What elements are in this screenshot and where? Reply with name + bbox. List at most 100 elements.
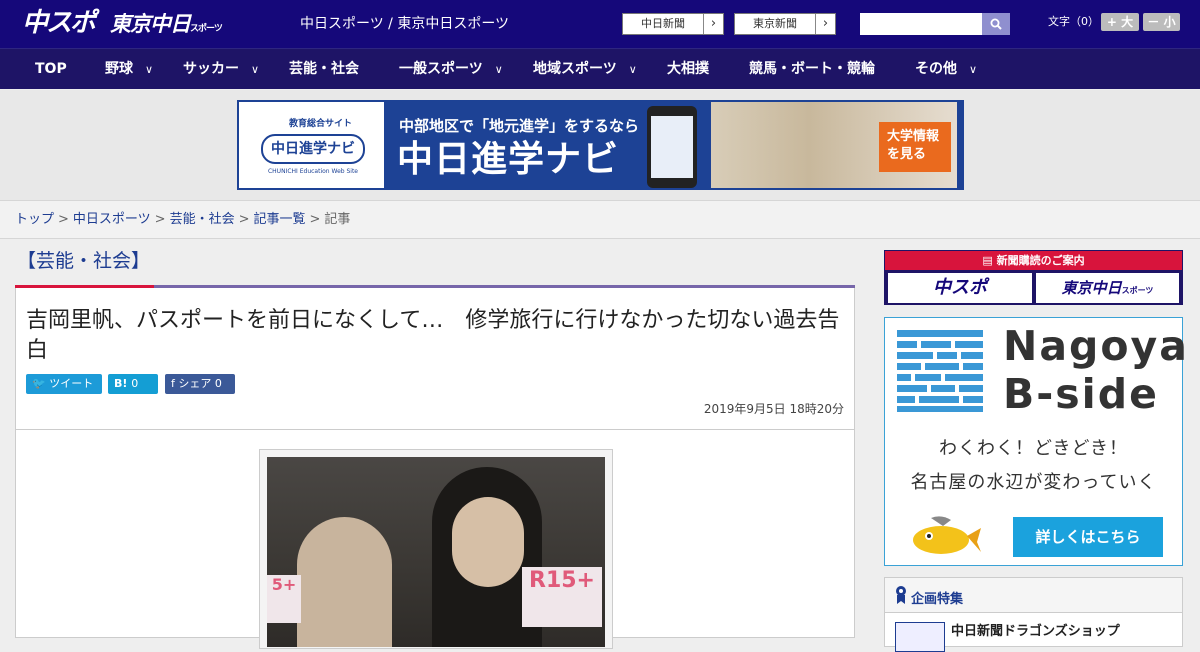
nav-item-local-sports[interactable]: 地域スポーツ ∨: [533, 49, 637, 90]
paper-link-label: 中日新聞: [641, 17, 685, 30]
paper-link-label: 東京新聞: [753, 17, 797, 30]
breadcrumb-separator: >: [58, 212, 69, 227]
twitter-icon: 🐦: [32, 377, 46, 390]
banner-title: 中日進学ナビ: [397, 139, 620, 180]
bside-copy-1: わくわく！どきどき！: [939, 438, 1128, 459]
breadcrumb-top[interactable]: トップ: [15, 212, 54, 227]
breadcrumb-separator: >: [154, 212, 166, 227]
subscribe-chusupo-button[interactable]: 中スポ: [888, 273, 1032, 303]
tweet-button[interactable]: 🐦 ツイート: [26, 374, 102, 394]
nav-label: その他: [915, 61, 957, 77]
subscription-box: ▤ 新聞購読のご案内 中スポ 東京中日スポーツ: [884, 250, 1183, 305]
facebook-icon: f: [171, 377, 175, 390]
chevron-down-icon: ∨: [251, 63, 260, 76]
nav-label: 大相撲: [667, 61, 709, 77]
banner-cta: 大学情報を見る: [879, 122, 951, 172]
nav-item-sumo[interactable]: 大相撲: [667, 49, 709, 90]
article-photo[interactable]: R15+ 5+: [267, 457, 605, 647]
breadcrumb-separator: >: [309, 212, 321, 227]
tweet-label: ツイート: [49, 377, 94, 390]
bside-details-button[interactable]: 詳しくはこちら: [1013, 517, 1163, 557]
feature-heading: 企画特集: [885, 578, 1182, 613]
font-larger-button[interactable]: + 大: [1101, 13, 1139, 31]
chevron-right-icon: ›: [815, 14, 835, 34]
subscription-heading-text: 新聞購読のご案内: [996, 254, 1085, 267]
breadcrumb-chunichi-sports[interactable]: 中日スポーツ: [73, 212, 151, 227]
breadcrumb: トップ > 中日スポーツ > 芸能・社会 > 記事一覧 > 記事: [0, 200, 1200, 239]
font-size-label: 文字（0）: [1048, 15, 1099, 28]
search-button[interactable]: [982, 13, 1010, 35]
banner-tagline: 中部地区で「地元進学」をするなら: [399, 117, 640, 135]
nav-item-general-sports[interactable]: 一般スポーツ ∨: [399, 49, 503, 90]
facebook-count: 0: [214, 377, 222, 390]
nav-label: 芸能・社会: [289, 61, 359, 77]
subscribe-tokyo-small: スポーツ: [1121, 286, 1154, 295]
ad-area: 教育総合サイト 中日進学ナビ CHUNICHI Education Web Si…: [0, 90, 1200, 200]
nav-label: サッカー: [183, 61, 239, 77]
phone-illustration: [647, 106, 697, 188]
nav-item-racing[interactable]: 競馬・ボート・競輪: [749, 49, 875, 90]
category-heading: 【芸能・社会】: [17, 250, 151, 272]
tokyo-logo-small: スポーツ: [190, 24, 223, 34]
nav-label: TOP: [35, 61, 67, 77]
breadcrumb-entertainment[interactable]: 芸能・社会: [170, 212, 235, 227]
chusupo-logo[interactable]: 中スポ: [22, 6, 96, 40]
tokyo-shimbun-link[interactable]: 東京新聞 ›: [734, 13, 836, 35]
nav-label: 競馬・ボート・競輪: [749, 61, 875, 77]
hatena-bookmark-button[interactable]: B! 0: [108, 374, 158, 394]
breadcrumb-separator: >: [238, 212, 250, 227]
site-subtitle: 中日スポーツ / 東京中日スポーツ: [300, 16, 510, 32]
search-input[interactable]: [860, 13, 982, 35]
tokyo-chunichi-logo[interactable]: 東京中日スポーツ: [110, 10, 223, 43]
nav-item-soccer[interactable]: サッカー ∨: [183, 49, 259, 90]
banner-logo-badge: 中日進学ナビ: [261, 134, 365, 164]
article-date: 2019年9月5日 18時20分: [703, 402, 844, 416]
feature-box: 企画特集 中日新聞ドラゴンズショップ: [884, 577, 1183, 652]
hatena-count: 0: [131, 377, 139, 390]
bside-name-line2: B-side: [1003, 370, 1159, 418]
chevron-down-icon: ∨: [628, 63, 637, 76]
site-header: 中スポ 東京中日スポーツ 中日スポーツ / 東京中日スポーツ 中日新聞 › 東京新…: [0, 0, 1200, 48]
hatena-icon: B!: [114, 377, 128, 390]
bside-name: Nagoya B-side: [1003, 322, 1189, 418]
breadcrumb-article-list[interactable]: 記事一覧: [254, 212, 306, 227]
shingaku-navi-banner[interactable]: 教育総合サイト 中日進学ナビ CHUNICHI Education Web Si…: [237, 100, 964, 190]
nagoya-bside-ad[interactable]: Nagoya B-side わくわく！どきどき！ 名古屋の水辺が変わっていく 詳し…: [884, 317, 1189, 566]
chevron-down-icon: ∨: [145, 63, 154, 76]
font-smaller-button[interactable]: － 小: [1143, 13, 1180, 31]
chevron-down-icon: ∨: [969, 63, 978, 76]
nav-item-entertainment[interactable]: 芸能・社会: [289, 49, 359, 90]
article: 吉岡里帆、パスポートを前日になくして… 修学旅行に行けなかった切ない過去告白 🐦…: [15, 288, 855, 649]
nav-item-baseball[interactable]: 野球 ∨: [105, 49, 153, 90]
divider: [16, 429, 854, 430]
nav-label: 一般スポーツ: [399, 61, 483, 77]
nav-label: 地域スポーツ: [533, 61, 617, 77]
nav-item-top[interactable]: TOP: [35, 49, 67, 90]
chevron-right-icon: ›: [703, 14, 723, 34]
subscription-heading: ▤ 新聞購読のご案内: [885, 251, 1182, 270]
chunichi-shimbun-link[interactable]: 中日新聞 ›: [622, 13, 724, 35]
chevron-down-icon: ∨: [494, 63, 503, 76]
bside-copy-2: 名古屋の水辺が変わっていく: [910, 472, 1157, 493]
bside-logo-icon: [897, 330, 983, 412]
ribbon-icon: [896, 586, 906, 604]
photo-sign-left: 5+: [267, 575, 301, 623]
subscribe-tokyo-chunichi-button[interactable]: 東京中日スポーツ: [1036, 273, 1179, 303]
article-photo-frame: R15+ 5+: [259, 449, 613, 649]
article-headline: 吉岡里帆、パスポートを前日になくして… 修学旅行に行けなかった切ない過去告白: [26, 308, 840, 363]
feature-thumbnail[interactable]: [895, 622, 945, 652]
nav-item-others[interactable]: その他 ∨: [915, 49, 977, 90]
nav-label: 野球: [105, 61, 133, 77]
photo-sign: R15+: [522, 567, 602, 627]
banner-web-label: CHUNICHI Education Web Site: [267, 168, 358, 175]
newspaper-icon: ▤: [982, 254, 993, 267]
subscribe-tokyo-label: 東京中日: [1061, 279, 1122, 297]
facebook-share-label: シェア: [178, 377, 212, 390]
feature-title: 企画特集: [911, 592, 964, 607]
bside-name-line1: Nagoya: [1003, 322, 1189, 370]
tokyo-logo-text: 東京中日: [110, 12, 191, 36]
facebook-share-button[interactable]: f シェア 0: [165, 374, 235, 394]
fried-shrimp-mascot-icon: [913, 516, 981, 554]
banner-edu-label: 教育総合サイト: [289, 119, 353, 129]
main-nav: TOP 野球 ∨ サッカー ∨ 芸能・社会 一般スポーツ ∨ 地域スポーツ ∨ 大相撲 …: [0, 48, 1200, 89]
